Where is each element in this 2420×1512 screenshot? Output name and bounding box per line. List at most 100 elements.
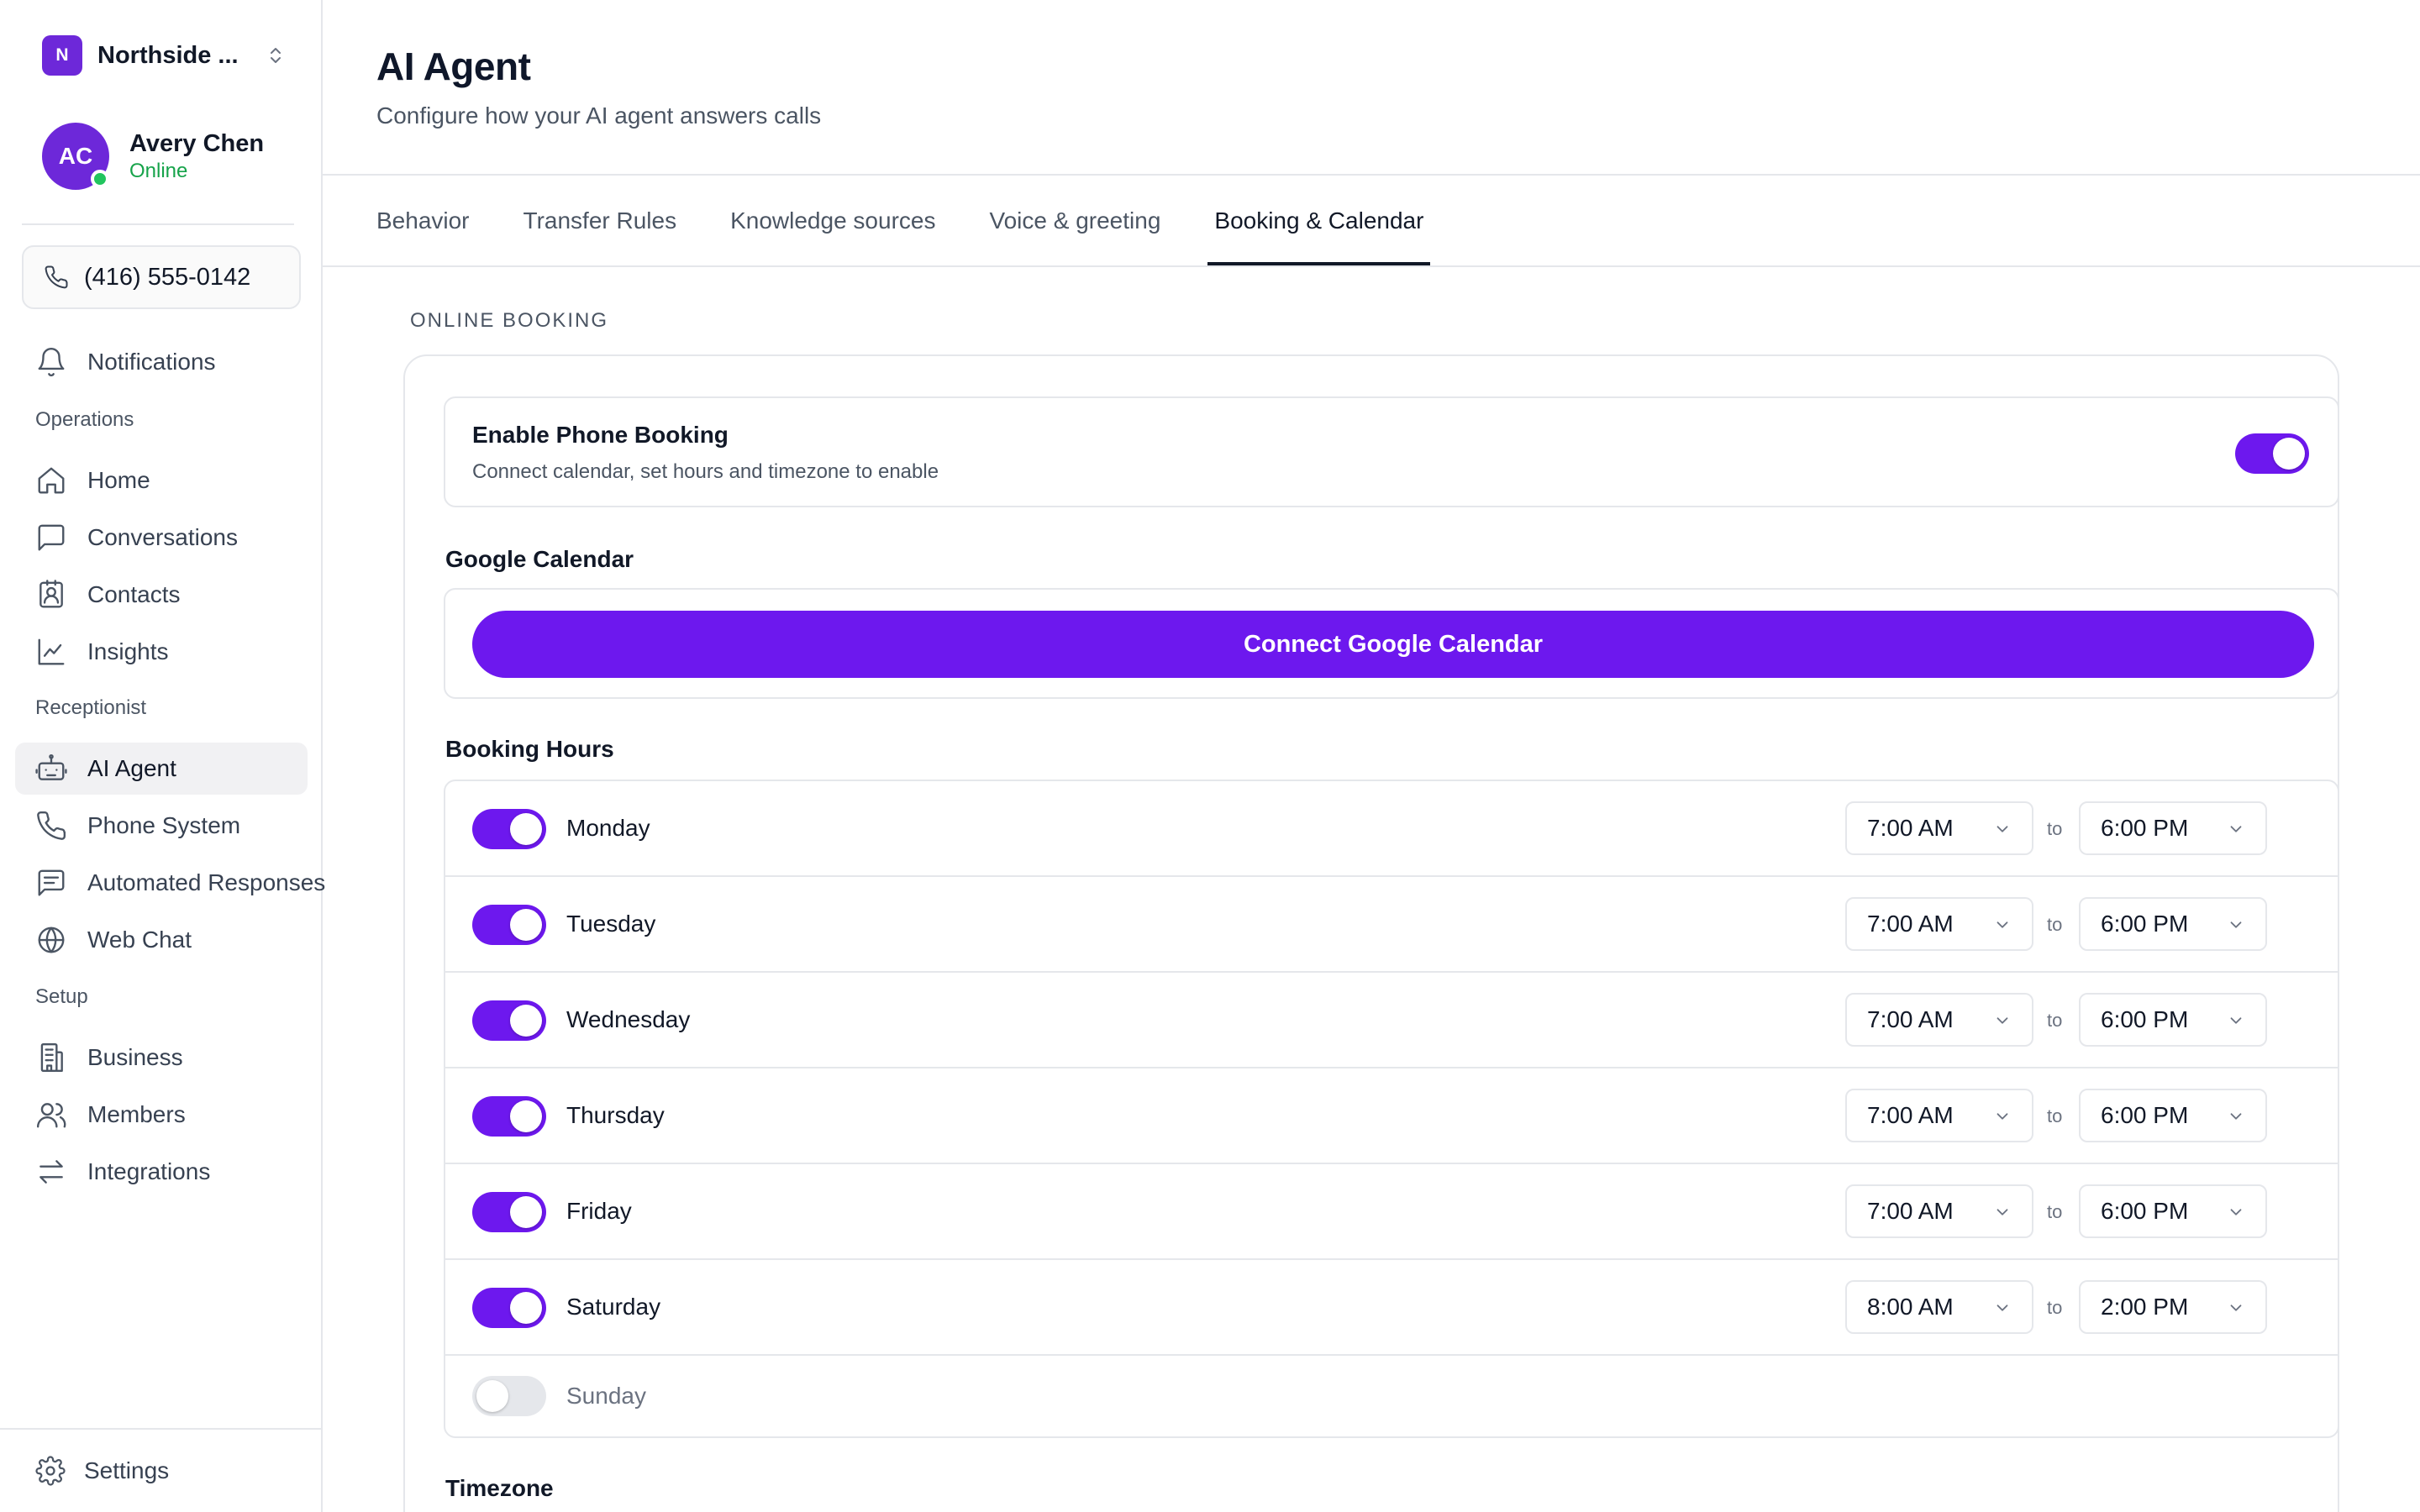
- end-time-value: 2:00 PM: [2101, 1294, 2189, 1320]
- chevron-down-icon: [2230, 921, 2242, 928]
- sidebar: N Northside ... AC Avery Chen Online (41…: [0, 0, 325, 1512]
- day-row-wednesday: Wednesday 7:00 AM to 6:00 PM: [445, 973, 2338, 1068]
- sidebar-divider: [22, 223, 294, 225]
- sidebar-item-label: Integrations: [87, 1158, 211, 1184]
- phone-number-button[interactable]: (416) 555-0142: [22, 245, 301, 309]
- end-time-select[interactable]: 6:00 PM: [2079, 993, 2267, 1047]
- sidebar-item-label: Web Chat: [87, 927, 192, 953]
- home-icon: [38, 467, 65, 494]
- day-row-tuesday: Tuesday 7:00 AM to 6:00 PM: [445, 877, 2338, 973]
- end-time-select[interactable]: 6:00 PM: [2079, 801, 2267, 855]
- start-time-select[interactable]: 8:00 AM: [1845, 1280, 2033, 1334]
- booking-hours-label: Booking Hours: [445, 736, 614, 762]
- sidebar-item-insights[interactable]: Insights: [15, 626, 308, 678]
- day-row-saturday: Saturday 8:00 AM to 2:00 PM: [445, 1260, 2338, 1356]
- day-name: Tuesday: [566, 911, 656, 937]
- contact-card-icon: [39, 580, 63, 608]
- toggle-knob: [510, 909, 542, 941]
- toggle-knob: [510, 1005, 542, 1037]
- to-label: to: [2047, 914, 2063, 935]
- tab-knowledge-sources[interactable]: Knowledge sources: [723, 176, 942, 265]
- nav-section-setup: Setup: [35, 985, 88, 1008]
- chevron-down-icon: [1996, 1305, 2008, 1311]
- day-toggle-wednesday[interactable]: [472, 1000, 546, 1041]
- sidebar-item-web-chat[interactable]: Web Chat: [15, 914, 308, 966]
- start-time-select[interactable]: 7:00 AM: [1845, 801, 2033, 855]
- start-time-select[interactable]: 7:00 AM: [1845, 993, 2033, 1047]
- sidebar-item-notifications[interactable]: Notifications: [15, 336, 308, 388]
- google-calendar-label: Google Calendar: [445, 546, 634, 572]
- header-divider: [323, 174, 2420, 176]
- start-time-select[interactable]: 7:00 AM: [1845, 897, 2033, 951]
- nav-section-operations: Operations: [35, 408, 134, 431]
- day-toggle-sunday[interactable]: [472, 1376, 546, 1416]
- end-time-select[interactable]: 6:00 PM: [2079, 897, 2267, 951]
- end-time-value: 6:00 PM: [2101, 1102, 2189, 1128]
- app-root: N Northside ... AC Avery Chen Online (41…: [0, 0, 2420, 1512]
- end-time-select[interactable]: 6:00 PM: [2079, 1184, 2267, 1238]
- to-label: to: [2047, 1105, 2063, 1126]
- profile-name: Avery Chen: [129, 130, 265, 157]
- tab-transfer-rules[interactable]: Transfer Rules: [517, 176, 684, 265]
- sidebar-item-members[interactable]: Members: [15, 1089, 308, 1141]
- day-row-thursday: Thursday 7:00 AM to 6:00 PM: [445, 1068, 2338, 1164]
- profile-text: Avery Chen Online: [129, 129, 264, 184]
- sidebar-item-settings[interactable]: Settings: [0, 1428, 321, 1512]
- sidebar-item-label: Conversations: [87, 524, 238, 550]
- sidebar-item-label: Insights: [87, 638, 169, 664]
- start-time-value: 7:00 AM: [1867, 1006, 1954, 1032]
- chevron-down-icon: [1996, 826, 2008, 832]
- sidebar-item-ai-agent[interactable]: AI Agent: [15, 743, 308, 795]
- bell-icon: [38, 347, 65, 377]
- sidebar-item-phone-system[interactable]: Phone System: [15, 800, 308, 852]
- sidebar-item-label: Phone System: [87, 812, 241, 838]
- sidebar-item-automated-responses[interactable]: Automated Responses: [15, 857, 325, 909]
- end-time-select[interactable]: 6:00 PM: [2079, 1089, 2267, 1142]
- day-toggle-thursday[interactable]: [472, 1096, 546, 1137]
- tab-behavior[interactable]: Behavior: [370, 176, 476, 265]
- user-profile[interactable]: AC Avery Chen Online: [42, 123, 264, 190]
- day-toggle-monday[interactable]: [472, 809, 546, 849]
- end-time-select[interactable]: 2:00 PM: [2079, 1280, 2267, 1334]
- tab-booking-calendar[interactable]: Booking & Calendar: [1207, 176, 1431, 265]
- online-status-dot: [91, 170, 109, 188]
- toggle-knob: [2273, 438, 2305, 470]
- start-time-select[interactable]: 7:00 AM: [1845, 1089, 2033, 1142]
- arrows-exchange-icon: [39, 1160, 63, 1184]
- phone-number: (416) 555-0142: [84, 263, 251, 291]
- toggle-knob: [510, 813, 542, 845]
- day-name: Sunday: [566, 1383, 646, 1409]
- toggle-knob: [510, 1196, 542, 1228]
- avatar: AC: [42, 123, 109, 190]
- tabs-divider: [323, 265, 2420, 267]
- org-badge: N: [42, 35, 82, 76]
- sidebar-item-contacts[interactable]: Contacts: [15, 569, 308, 621]
- sidebar-item-conversations[interactable]: Conversations: [15, 512, 308, 564]
- sidebar-item-business[interactable]: Business: [15, 1032, 308, 1084]
- building-icon: [40, 1042, 63, 1073]
- day-toggle-tuesday[interactable]: [472, 905, 546, 945]
- enable-phone-booking-row: Enable Phone Booking Connect calendar, s…: [444, 396, 2339, 507]
- sidebar-item-home[interactable]: Home: [15, 454, 308, 507]
- message-text-icon: [38, 869, 65, 896]
- sidebar-item-label: Contacts: [87, 581, 181, 607]
- start-time-select[interactable]: 7:00 AM: [1845, 1184, 2033, 1238]
- timezone-label: Timezone: [445, 1475, 554, 1501]
- day-toggle-friday[interactable]: [472, 1192, 546, 1232]
- day-name: Thursday: [566, 1102, 665, 1128]
- day-toggle-saturday[interactable]: [472, 1288, 546, 1328]
- enable-booking-description: Connect calendar, set hours and timezone…: [472, 460, 939, 483]
- start-time-value: 8:00 AM: [1867, 1294, 1954, 1320]
- tab-voice-greeting[interactable]: Voice & greeting: [982, 176, 1167, 265]
- start-time-value: 7:00 AM: [1867, 815, 1954, 841]
- chevron-up-down-icon: [271, 48, 281, 63]
- org-switcher[interactable]: N Northside ...: [42, 35, 286, 76]
- enable-booking-toggle[interactable]: [2235, 433, 2309, 474]
- connect-google-calendar-button[interactable]: Connect Google Calendar: [472, 611, 2314, 678]
- chevron-down-icon: [2230, 1305, 2242, 1311]
- line-chart-icon: [38, 638, 65, 665]
- chevron-down-icon: [2230, 1017, 2242, 1024]
- message-square-icon: [38, 524, 65, 551]
- main-content: AI Agent Configure how your AI agent ans…: [323, 0, 2420, 1512]
- sidebar-item-integrations[interactable]: Integrations: [15, 1146, 308, 1198]
